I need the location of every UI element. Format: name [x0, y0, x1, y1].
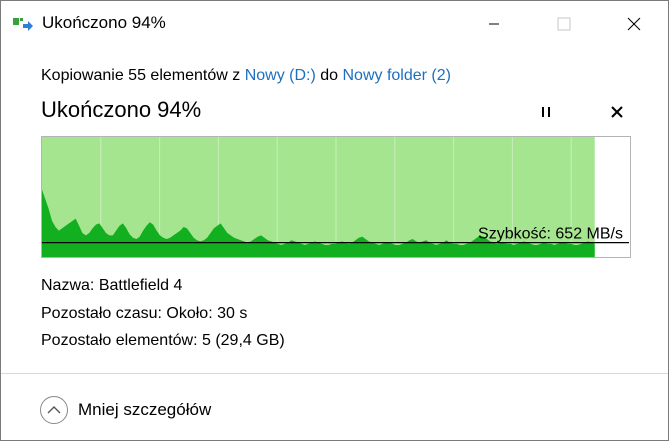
- name-label: Nazwa:: [41, 277, 95, 294]
- less-details-label: Mniej szczegółów: [78, 400, 212, 419]
- copy-middle: do: [315, 67, 343, 84]
- copy-description: Kopiowanie 55 elementów z Nowy (D:) do N…: [41, 67, 451, 85]
- progress-heading: Ukończono 94%: [41, 97, 202, 122]
- file-copy-icon: [13, 18, 33, 31]
- close-button[interactable]: [611, 1, 657, 47]
- close-icon: [627, 17, 641, 31]
- minimize-button[interactable]: [471, 1, 517, 47]
- minimize-icon: [489, 23, 499, 25]
- time-value: Około: 30 s: [166, 305, 248, 322]
- detail-items-row: Pozostało elementów: 5 (29,4 GB): [41, 332, 285, 350]
- cancel-icon: [611, 106, 623, 118]
- copy-prefix: Kopiowanie 55 elementów z: [41, 67, 245, 84]
- chevron-up-icon: [40, 396, 68, 424]
- cancel-button[interactable]: [604, 99, 630, 125]
- maximize-button[interactable]: [541, 1, 587, 47]
- detail-time-row: Pozostało czasu: Około: 30 s: [41, 305, 247, 323]
- source-link[interactable]: Nowy (D:): [245, 67, 316, 84]
- items-value: 5 (29,4 GB): [201, 332, 285, 349]
- window-title: Ukończono 94%: [42, 13, 166, 32]
- less-details-button[interactable]: Mniej szczegółów: [39, 394, 211, 426]
- pause-button[interactable]: [533, 99, 559, 125]
- items-label: Pozostało elementów:: [41, 332, 198, 349]
- footer-divider: [1, 373, 668, 374]
- speed-graph: Szybkość: 652 MB/s: [41, 136, 631, 258]
- name-value: Battlefield 4: [98, 277, 183, 294]
- destination-link[interactable]: Nowy folder (2): [342, 67, 450, 84]
- maximize-icon: [557, 17, 571, 31]
- title-bar[interactable]: Ukończono 94%: [1, 1, 668, 47]
- time-label: Pozostało czasu:: [41, 305, 162, 322]
- pause-icon: [542, 107, 550, 117]
- copy-progress-window: Ukończono 94% Kopiowanie 55 elementów z …: [0, 0, 669, 441]
- detail-name-row: Nazwa: Battlefield 4: [41, 277, 182, 295]
- speed-label: Szybkość: 652 MB/s: [478, 226, 623, 243]
